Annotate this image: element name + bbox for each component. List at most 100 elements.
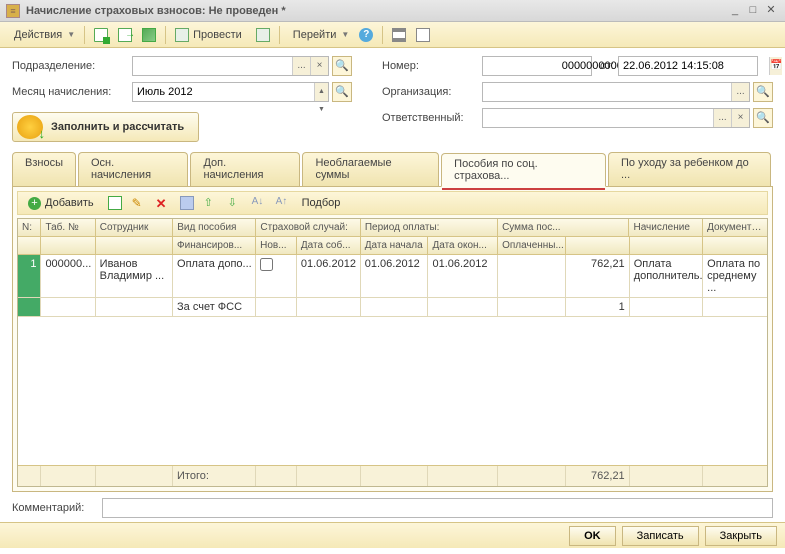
org-input[interactable] (483, 83, 731, 101)
close-doc-button[interactable]: Закрыть (705, 526, 777, 546)
cell-dn[interactable]: 01.06.2012 (361, 255, 429, 298)
col-nov[interactable]: Нов... (256, 237, 297, 255)
nomer-field[interactable] (482, 56, 592, 76)
org-open-button[interactable]: 🔍 (753, 82, 773, 102)
cell-doc[interactable]: Оплата по среднему ... (703, 255, 767, 298)
col-emp[interactable]: Сотрудник (96, 219, 173, 237)
tab-dop[interactable]: Доп. начисления (190, 152, 300, 186)
new-button[interactable] (90, 25, 112, 45)
cell-fin[interactable]: За счет ФСС (173, 298, 256, 317)
save-button[interactable]: Записать (622, 526, 699, 546)
cell-ds[interactable]: 01.06.2012 (297, 255, 361, 298)
tab-posobiya[interactable]: Пособия по соц. страхова... (441, 153, 606, 187)
send-button[interactable] (114, 25, 136, 45)
date-cal-button[interactable]: 📅 (769, 57, 782, 75)
doc2-icon (256, 28, 270, 42)
col-nach[interactable]: Начисление (629, 219, 703, 237)
col-doc[interactable]: Документ основание (703, 219, 767, 237)
goto-menu[interactable]: Перейти▼ (285, 25, 354, 45)
resp-select-button[interactable]: ... (713, 109, 731, 127)
month-field[interactable]: ▲▼ (132, 82, 329, 102)
provesti-button[interactable]: Провести (171, 25, 250, 45)
col-fin[interactable]: Финансиров... (173, 237, 256, 255)
tab-body: + Добавить ✎ ✕ ⇧ ⇩ A↓ A↑ Подбор N: Таб. … (12, 186, 773, 492)
pen-icon: ✎ (132, 196, 146, 210)
close-button[interactable]: ✕ (763, 4, 779, 18)
actions-menu[interactable]: Действия▼ (6, 25, 79, 45)
up-icon: ⇧ (204, 196, 218, 210)
podrazd-input[interactable] (133, 57, 292, 75)
month-open-button[interactable]: 🔍 (332, 82, 352, 102)
copy-button[interactable] (104, 193, 126, 213)
cell-opl[interactable]: 1 (566, 298, 630, 317)
col-opl[interactable]: Оплаченны... (498, 237, 566, 255)
move-down-button[interactable]: ⇩ (224, 193, 246, 213)
tab-vznosy[interactable]: Взносы (12, 152, 76, 186)
ok-button[interactable]: OK (569, 526, 616, 546)
resp-input[interactable] (483, 109, 713, 127)
cell-de[interactable]: 01.06.2012 (428, 255, 498, 298)
maximize-button[interactable]: □ (745, 4, 761, 18)
list-button[interactable] (388, 25, 410, 45)
nov-checkbox[interactable] (260, 258, 273, 271)
table-footer: Итого: 762,21 (18, 465, 767, 486)
delete-button[interactable]: ✕ (152, 193, 174, 213)
col-sum[interactable]: Сумма пос... (498, 219, 629, 237)
cell-nach[interactable]: Оплата дополнитель... (630, 255, 703, 298)
tree-button[interactable] (412, 25, 434, 45)
sort-asc-button[interactable]: A↓ (248, 193, 270, 213)
doc-icon (175, 28, 189, 42)
sort-desc-button[interactable]: A↑ (272, 193, 294, 213)
send2-button[interactable] (138, 25, 160, 45)
tab-neobl[interactable]: Необлагаемые суммы (302, 152, 439, 186)
podrazd-select-button[interactable]: ... (292, 57, 310, 75)
month-input[interactable] (133, 83, 314, 101)
table-body[interactable]: 1 000000... Иванов Владимир ... Оплата д… (18, 255, 767, 465)
col-dn[interactable]: Дата начала (361, 237, 429, 255)
save-row-button[interactable] (176, 193, 198, 213)
col-vid[interactable]: Вид пособия (173, 219, 256, 237)
col-period[interactable]: Период оплаты: (361, 219, 498, 237)
new-icon (94, 28, 108, 42)
podbor-button[interactable]: Подбор (298, 193, 345, 213)
col-sc[interactable]: Страховой случай: (256, 219, 360, 237)
podrazd-open-button[interactable]: 🔍 (332, 56, 352, 76)
doc2-button[interactable] (252, 25, 274, 45)
tree-icon (416, 28, 430, 42)
help-button[interactable]: ? (355, 25, 377, 45)
org-select-button[interactable]: ... (731, 83, 749, 101)
cell-tab[interactable]: 000000... (41, 255, 95, 298)
cell-nov[interactable] (256, 255, 297, 298)
tab-strip: Взносы Осн. начисления Доп. начисления Н… (0, 152, 785, 186)
col-n[interactable]: N: (18, 219, 41, 237)
org-field[interactable]: ... (482, 82, 750, 102)
podrazd-field[interactable]: ... × (132, 56, 329, 76)
col-de[interactable]: Дата окон... (428, 237, 498, 255)
date-field[interactable]: 📅 (618, 56, 758, 76)
month-up-button[interactable]: ▲▼ (314, 83, 328, 101)
calc-button[interactable]: Заполнить и рассчитать (12, 112, 199, 142)
footer-bar: OK Записать Закрыть (0, 522, 785, 548)
cell-emp[interactable]: Иванов Владимир ... (96, 255, 173, 298)
comment-input[interactable] (103, 499, 772, 517)
col-ds[interactable]: Дата соб... (297, 237, 361, 255)
move-up-button[interactable]: ⇧ (200, 193, 222, 213)
col-tab[interactable]: Таб. № (41, 219, 95, 237)
resp-open-button[interactable]: 🔍 (753, 108, 773, 128)
podrazd-clear-button[interactable]: × (310, 57, 328, 75)
copy-icon (108, 196, 122, 210)
tab-osn[interactable]: Осн. начисления (78, 152, 188, 186)
comment-field[interactable] (102, 498, 773, 518)
add-button[interactable]: + Добавить (22, 193, 100, 213)
table-row-sub[interactable]: За счет ФСС 1 (18, 298, 767, 317)
resp-field[interactable]: ... × (482, 108, 750, 128)
save-icon (180, 196, 194, 210)
date-input[interactable] (619, 57, 769, 75)
resp-clear-button[interactable]: × (731, 109, 749, 127)
edit-button[interactable]: ✎ (128, 193, 150, 213)
table-row[interactable]: 1 000000... Иванов Владимир ... Оплата д… (18, 255, 767, 298)
cell-vid[interactable]: Оплата допо... (173, 255, 256, 298)
minimize-button[interactable]: _ (727, 4, 743, 18)
cell-sum[interactable]: 762,21 (566, 255, 630, 298)
tab-uhod[interactable]: По уходу за ребенком до ... (608, 152, 771, 186)
